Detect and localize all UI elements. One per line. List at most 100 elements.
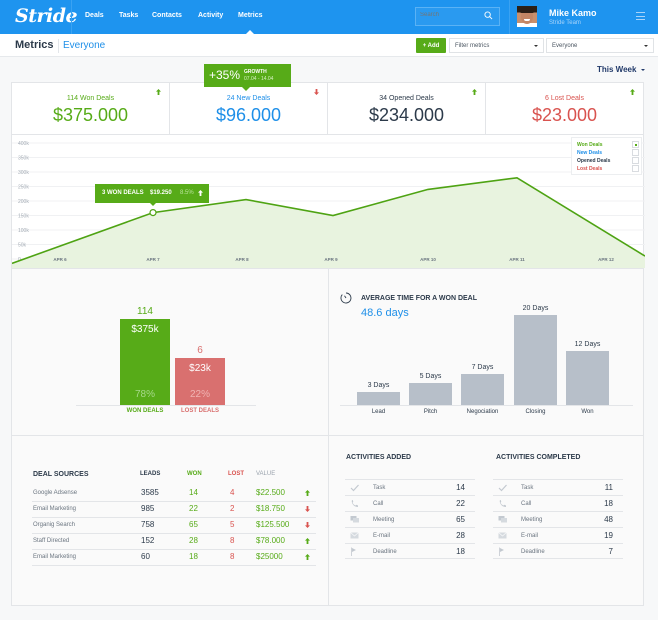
growth-tooltip: +35% GROWTH 07.04 - 14.04 — [204, 64, 291, 91]
bar-lost[interactable]: $23k 22% — [175, 358, 225, 405]
x-tick-label: APR 10 — [420, 257, 436, 262]
bar-amount: $23k — [189, 363, 211, 374]
stage-bar[interactable] — [409, 382, 452, 405]
sub-header: Metrics Everyone + Add Filter metrics Ev… — [0, 34, 658, 57]
activity-label: Meeting — [373, 517, 395, 523]
stage-bar-value: 3 Days — [367, 381, 390, 389]
col-header-leads: LEADS — [140, 471, 161, 477]
nav-activity[interactable]: Activity — [198, 12, 223, 19]
hamburger-menu-icon[interactable] — [636, 12, 645, 20]
filter-metrics-value: Filter metrics — [455, 43, 490, 49]
activity-row[interactable]: Call 18 — [493, 495, 623, 511]
leads-value: 3585 — [141, 488, 159, 497]
stage-label: Closing — [525, 409, 546, 415]
x-tick-label: APR 12 — [598, 257, 614, 262]
source-name: Google Adsense — [33, 490, 78, 496]
activities-completed-title: ACTIVITIES COMPLETED — [496, 454, 581, 461]
activity-row[interactable]: Deadline 7 — [493, 543, 623, 559]
legend-label: Lost Deals — [577, 166, 603, 172]
chart-point-tooltip: 3 WON DEALS $19.250 8.5% — [95, 184, 209, 206]
highlight-point[interactable] — [149, 208, 157, 217]
table-row[interactable]: Email Marketing 60 18 8 $25000 — [32, 550, 316, 566]
user-name[interactable]: Mike Kamo — [549, 8, 597, 18]
activity-row[interactable]: Call 22 — [345, 495, 475, 511]
activity-label: E-mail — [373, 533, 391, 539]
won-value: 18 — [189, 552, 198, 561]
nav-contacts[interactable]: Contacts — [152, 12, 182, 19]
filter-metrics-select[interactable]: Filter metrics — [449, 38, 544, 53]
stage-label: Negociation — [466, 409, 499, 415]
growth-dates: 07.04 - 14.04 — [244, 76, 274, 82]
activity-row[interactable]: Meeting 48 — [493, 511, 623, 527]
x-tick-label: APR 9 — [324, 257, 338, 262]
avatar[interactable] — [517, 6, 537, 27]
bar-won[interactable]: $375k 78% — [120, 319, 170, 405]
nav-metrics[interactable]: Metrics — [238, 12, 263, 19]
activity-row[interactable]: E-mail 28 — [345, 527, 475, 543]
kpi-card-lost[interactable]: 6 Lost Deals $23.000 — [486, 83, 643, 134]
activity-count: 65 — [456, 515, 465, 524]
kpi-value: $234.000 — [368, 105, 445, 125]
col-header-lost: LOST — [228, 471, 244, 477]
arrow-up-icon — [305, 538, 310, 544]
search-box[interactable] — [415, 7, 500, 26]
nav-deals[interactable]: Deals — [85, 12, 104, 19]
flag-icon — [499, 547, 504, 556]
arrow-up-icon — [198, 190, 203, 196]
bar-category-label: WON DEALS — [126, 408, 164, 414]
check-icon — [350, 484, 359, 492]
activity-label: Call — [373, 501, 384, 507]
stage-bar[interactable] — [514, 315, 557, 405]
kpi-card-won[interactable]: 114 Won Deals $375.000 — [12, 83, 170, 134]
legend-checkbox-lost[interactable] — [632, 165, 639, 172]
arrow-down-icon — [305, 522, 310, 528]
logo[interactable]: Stride — [15, 5, 78, 27]
stage-bar[interactable] — [566, 351, 609, 405]
nav-tasks[interactable]: Tasks — [119, 12, 138, 19]
table-row[interactable]: Google Adsense 3585 14 4 $22.500 — [32, 486, 316, 502]
activity-row[interactable]: Task 11 — [493, 479, 623, 495]
kpi-card-opened[interactable]: 34 Opened Deals $234.000 — [328, 83, 486, 134]
won-value: 22 — [189, 504, 198, 513]
people-select[interactable]: Everyone — [546, 38, 654, 53]
legend-checkbox-opened[interactable] — [632, 157, 639, 164]
search-icon[interactable] — [484, 11, 493, 20]
search-input[interactable] — [420, 12, 480, 18]
activity-row[interactable]: Deadline 18 — [345, 543, 475, 559]
page-title: Metrics — [15, 39, 54, 51]
activity-row[interactable]: Meeting 65 — [345, 511, 475, 527]
arrow-down-icon — [314, 89, 319, 95]
source-name: Email Marketing — [33, 554, 77, 560]
table-row[interactable]: Organig Search 758 65 5 $125.500 — [32, 518, 316, 534]
tooltip-deals: 3 WON DEALS — [102, 190, 144, 196]
activities-added-title: ACTIVITIES ADDED — [346, 454, 412, 461]
source-name: Staff Directed — [33, 538, 70, 544]
activity-label: Task — [373, 485, 386, 491]
table-row[interactable]: Email Marketing 985 22 2 $18.750 — [32, 502, 316, 518]
table-row[interactable]: Staff Directed 152 28 8 $78.000 — [32, 534, 316, 550]
legend-checkbox-won[interactable] — [632, 141, 639, 148]
y-tick-label: 400k — [18, 141, 29, 147]
legend-checkbox-new[interactable] — [632, 149, 639, 156]
stage-bar[interactable] — [357, 391, 400, 405]
arrow-up-icon — [305, 554, 310, 560]
time-range-value: This Week — [597, 65, 637, 74]
legend-label: Won Deals — [577, 142, 603, 148]
kpi-row: 114 Won Deals $375.000 24 New Deals $96.… — [11, 82, 644, 135]
arrow-up-icon — [630, 89, 635, 95]
won-value: 65 — [189, 520, 198, 529]
source-name: Organig Search — [33, 522, 76, 528]
stage-bar[interactable] — [461, 373, 504, 405]
page-subtitle: Everyone — [63, 40, 106, 51]
time-range-select[interactable]: This Week — [597, 65, 646, 74]
baseline — [76, 405, 256, 406]
y-tick-label: 200k — [18, 199, 29, 205]
value-amount: $25000 — [256, 552, 283, 561]
activity-row[interactable]: Task 14 — [345, 479, 475, 495]
chevron-down-icon — [534, 45, 538, 47]
growth-percent: +35% — [209, 68, 241, 82]
activity-row[interactable]: E-mail 19 — [493, 527, 623, 543]
kpi-label: 114 Won Deals — [66, 95, 115, 102]
bar-count: 114 — [137, 306, 153, 317]
add-button[interactable]: + Add — [416, 38, 446, 53]
